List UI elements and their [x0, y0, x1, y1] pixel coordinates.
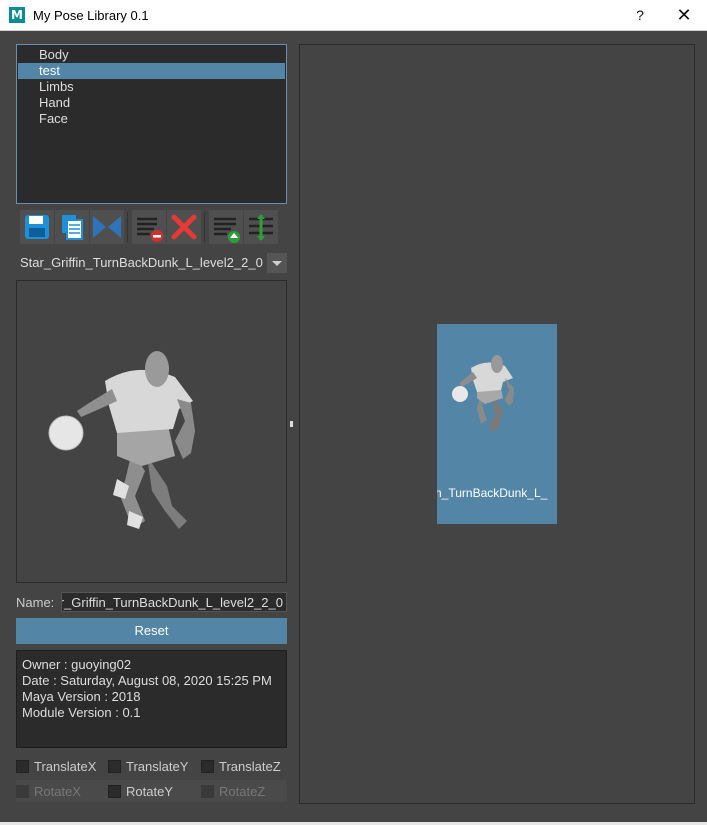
window-title: My Pose Library 0.1 — [33, 8, 149, 23]
title-bar: M My Pose Library 0.1 ? ✕ — [0, 0, 707, 31]
move-down-icon — [249, 214, 273, 241]
translate-y-checkbox[interactable]: TranslateY — [108, 759, 188, 775]
move-up-icon — [214, 217, 240, 243]
checkbox-box[interactable] — [16, 785, 29, 798]
translate-z-label: TranslateZ — [219, 759, 281, 774]
pose-name-value: Star_Griffin_TurnBackDunk_L_level2_2_0 — [61, 595, 283, 610]
copy-pose-button[interactable] — [55, 210, 89, 244]
checkbox-box[interactable] — [201, 785, 214, 798]
info-owner: Owner : guoying02 — [22, 657, 132, 672]
pose-thumbnail-image — [452, 355, 514, 432]
name-label: Name: — [16, 595, 55, 610]
info-module-version: Module Version : 0.1 — [22, 705, 141, 720]
checkbox-box[interactable] — [16, 760, 29, 773]
delete-icon — [171, 214, 197, 240]
translate-z-checkbox[interactable]: TranslateZ — [201, 759, 281, 775]
rotate-x-label: RotateX — [34, 784, 81, 799]
info-date: Date : Saturday, August 08, 2020 15:25 P… — [22, 673, 272, 688]
rotate-y-checkbox[interactable]: RotateY — [108, 784, 173, 800]
help-button[interactable]: ? — [628, 4, 652, 26]
pose-thumbnail-label: n_TurnBackDunk_L_ — [437, 486, 548, 500]
delete-pose-button[interactable] — [167, 210, 201, 244]
save-icon — [25, 215, 49, 239]
category-item-limbs[interactable]: Limbs — [18, 79, 285, 95]
pose-name-field[interactable]: Star_Griffin_TurnBackDunk_L_level2_2_0 — [61, 592, 287, 612]
checkbox-box[interactable] — [201, 760, 214, 773]
info-maya-version: Maya Version : 2018 — [22, 689, 141, 704]
pose-info-panel: Owner : guoying02 Date : Saturday, Augus… — [16, 650, 287, 748]
category-item-body[interactable]: Body — [18, 47, 285, 63]
checkbox-box[interactable] — [108, 760, 121, 773]
translate-x-checkbox[interactable]: TranslateX — [16, 759, 96, 775]
category-item-test[interactable]: test — [18, 63, 285, 79]
reset-button[interactable]: Reset — [16, 618, 287, 644]
translate-y-label: TranslateY — [126, 759, 189, 774]
category-item-hand[interactable]: Hand — [18, 95, 285, 111]
remove-list-icon — [137, 217, 163, 242]
move-down-button[interactable] — [244, 210, 278, 244]
close-button[interactable]: ✕ — [670, 4, 698, 26]
rotate-y-label: RotateY — [126, 784, 173, 799]
mirror-pose-button[interactable] — [90, 210, 124, 244]
splitter-handle[interactable] — [290, 421, 293, 427]
rotate-x-checkbox[interactable]: RotateX — [16, 784, 81, 800]
basketball-player-image — [48, 351, 195, 529]
chevron-down-icon[interactable] — [267, 253, 287, 273]
toolbar-separator — [127, 212, 128, 242]
pose-dropdown[interactable]: Star_Griffin_TurnBackDunk_L_level2_2_0 — [16, 253, 287, 273]
rotate-z-label: RotateZ — [219, 784, 266, 799]
category-item-face[interactable]: Face — [18, 111, 285, 127]
pose-preview-viewport — [16, 280, 287, 583]
copy-icon — [62, 215, 83, 240]
translate-x-label: TranslateX — [34, 759, 97, 774]
save-pose-button[interactable] — [20, 210, 54, 244]
toolbar-separator — [204, 212, 205, 242]
pose-dropdown-value: Star_Griffin_TurnBackDunk_L_level2_2_0 — [20, 255, 263, 270]
rotate-z-checkbox[interactable]: RotateZ — [201, 784, 265, 800]
pose-thumbnail-card[interactable]: n_TurnBackDunk_L_ — [437, 324, 557, 524]
maya-app-icon: M — [9, 7, 25, 23]
move-up-button[interactable] — [209, 210, 243, 244]
pose-toolbar — [16, 210, 288, 244]
remove-from-list-button[interactable] — [132, 210, 166, 244]
checkbox-box[interactable] — [108, 785, 121, 798]
mirror-icon — [93, 216, 121, 238]
category-list[interactable]: Body test Limbs Hand Face — [16, 44, 287, 204]
